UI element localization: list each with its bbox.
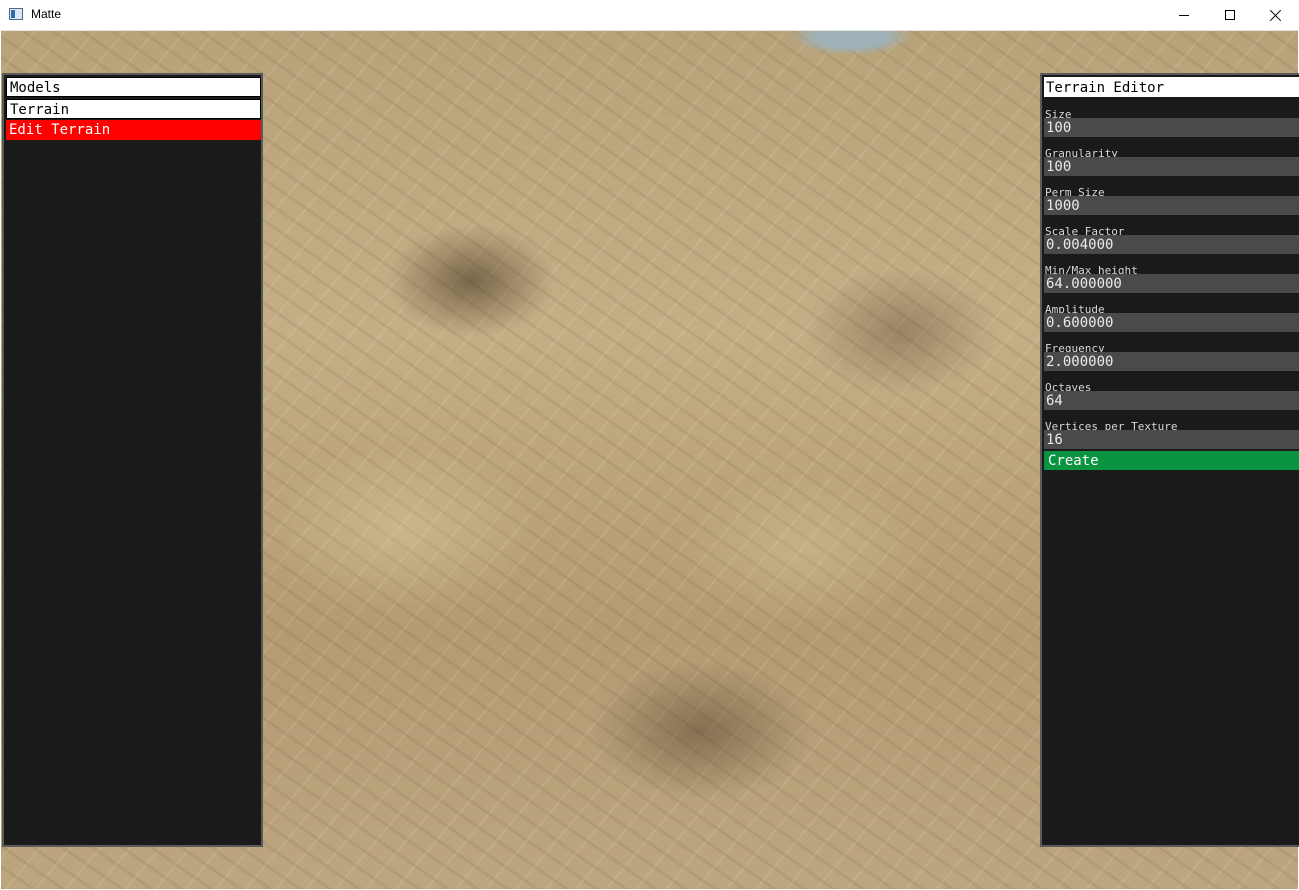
maximize-button[interactable] [1207,0,1253,30]
models-item-terrain[interactable]: Terrain [6,99,261,119]
field-label: Amplitude [1045,303,1105,313]
field-granularity: Granularity 100 [1044,147,1299,186]
window-app-icon [9,8,23,20]
field-scale-factor: Scale Factor 0.004000 [1044,225,1299,264]
models-item-edit-terrain[interactable]: Edit Terrain [6,120,261,140]
perm-size-input[interactable]: 1000 [1044,196,1299,215]
maximize-icon [1225,10,1235,20]
close-button[interactable] [1253,0,1299,30]
scale-factor-input[interactable]: 0.004000 [1044,235,1299,254]
field-label: Min/Max height [1045,264,1138,274]
amplitude-input[interactable]: 0.600000 [1044,313,1299,332]
minimize-button[interactable] [1161,0,1207,30]
models-panel: Models Terrain Edit Terrain [2,73,263,847]
granularity-input[interactable]: 100 [1044,157,1299,176]
terrain-editor-panel: Terrain Editor Size 100 Granularity 100 … [1040,73,1299,847]
create-button[interactable]: Create [1044,451,1299,470]
field-label: Granularity [1045,147,1118,157]
field-label: Frequency [1045,342,1105,352]
window-title: Matte [31,7,62,21]
min-max-height-input[interactable]: 64.000000 [1044,274,1299,293]
field-frequency: Frequency 2.000000 [1044,342,1299,381]
size-input[interactable]: 100 [1044,118,1299,137]
field-size: Size 100 [1044,108,1299,147]
models-header: Models [6,77,261,97]
field-label: Size [1045,108,1072,118]
field-label: Octaves [1045,381,1092,391]
vertices-per-texture-input[interactable]: 16 [1044,430,1299,449]
field-label: Scale Factor [1045,225,1125,235]
title-bar[interactable]: Matte [0,0,1299,31]
field-amplitude: Amplitude 0.600000 [1044,303,1299,342]
field-label: Vertices per Texture [1045,420,1178,430]
minimize-icon [1179,14,1189,16]
field-octaves: Octaves 64 [1044,381,1299,420]
close-icon [1270,9,1282,21]
terrain-editor-title: Terrain Editor [1044,77,1299,97]
field-label: Perm Size [1045,186,1105,196]
octaves-input[interactable]: 64 [1044,391,1299,410]
field-min-max-height: Min/Max height 64.000000 [1044,264,1299,303]
field-perm-size: Perm Size 1000 [1044,186,1299,225]
frequency-input[interactable]: 2.000000 [1044,352,1299,371]
